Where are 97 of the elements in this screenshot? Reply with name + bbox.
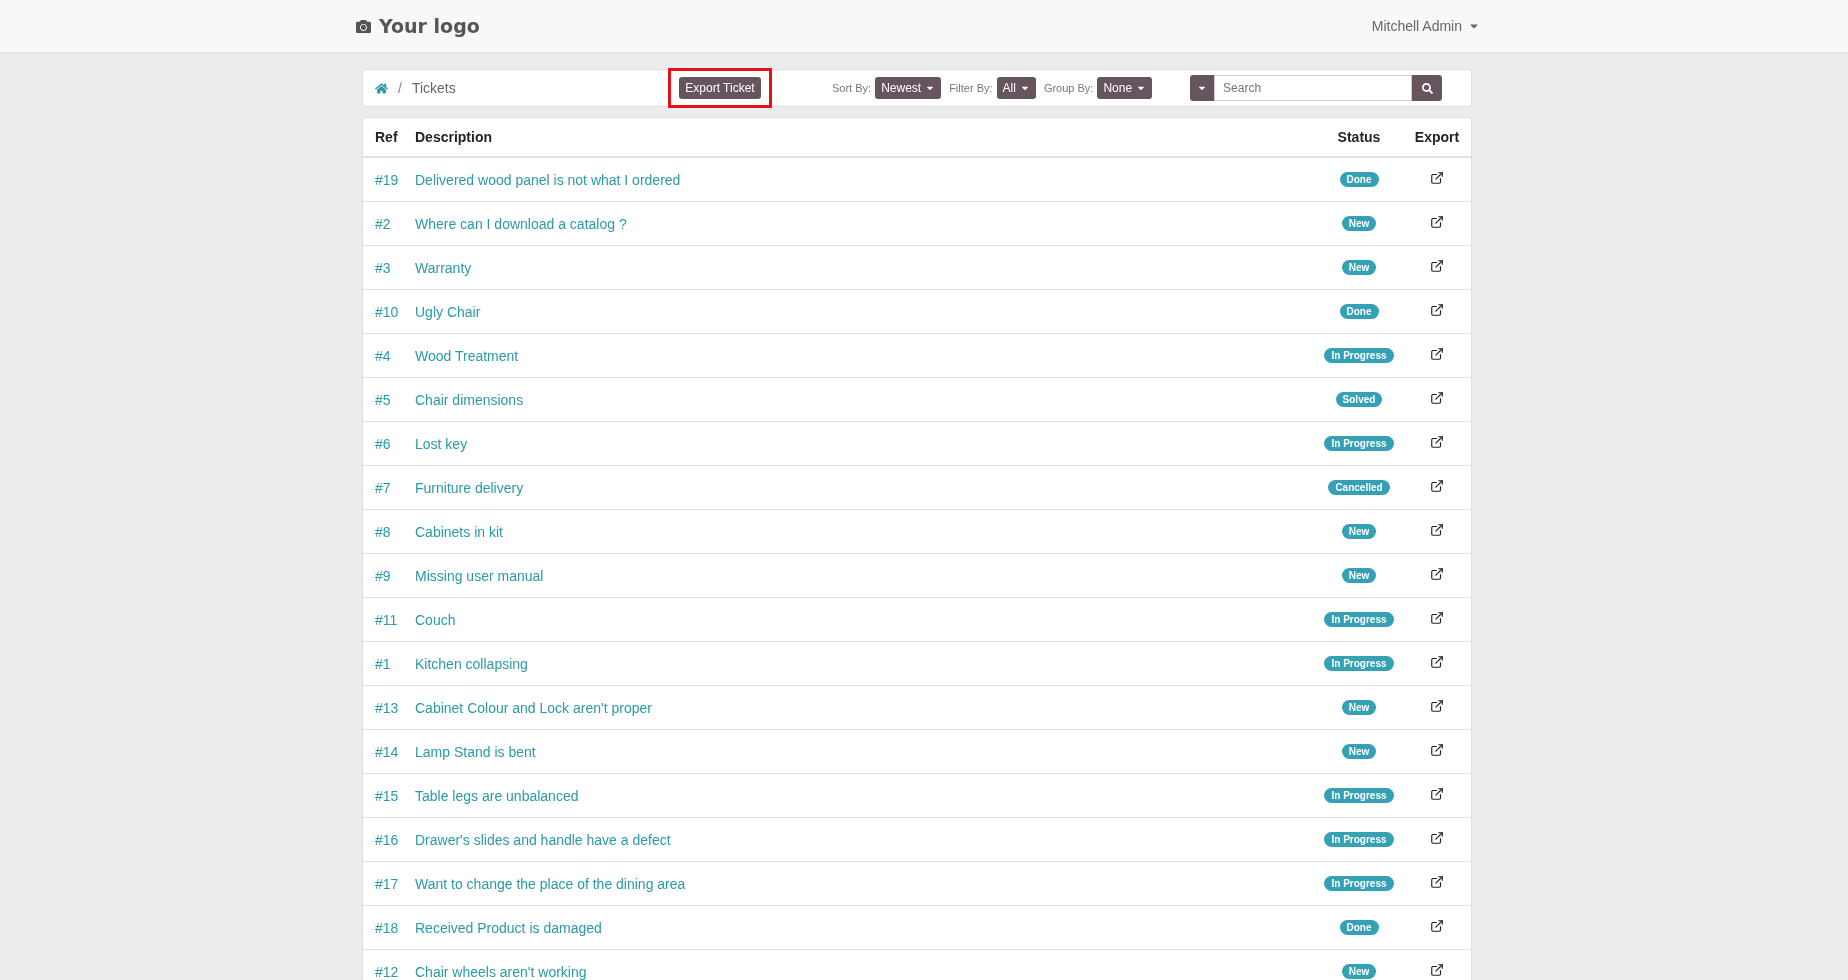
- external-link-icon[interactable]: [1430, 566, 1444, 581]
- status-badge: Cancelled: [1328, 480, 1390, 495]
- ticket-title-link[interactable]: Chair dimensions: [415, 391, 524, 408]
- ticket-title-link[interactable]: Ugly Chair: [415, 303, 481, 320]
- external-link-icon[interactable]: [1430, 478, 1444, 493]
- external-link-icon[interactable]: [1430, 874, 1444, 889]
- external-link-icon[interactable]: [1430, 830, 1444, 845]
- breadcrumb-current: Tickets: [411, 80, 456, 96]
- external-link-icon[interactable]: [1430, 962, 1444, 977]
- ticket-title-link[interactable]: Delivered wood panel is not what I ordered: [415, 171, 681, 188]
- filter-label: Group By:: [1043, 82, 1094, 94]
- ticket-ref-link[interactable]: #4: [375, 347, 391, 364]
- external-link-icon[interactable]: [1430, 698, 1444, 713]
- ticket-ref-link[interactable]: #6: [375, 435, 391, 452]
- ticket-ref-link[interactable]: #12: [375, 963, 399, 980]
- camera-icon: [356, 18, 371, 34]
- ticket-title-link[interactable]: Lost key: [415, 435, 468, 452]
- ticket-ref-link[interactable]: #5: [375, 391, 391, 408]
- ticket-ref-link[interactable]: #10: [375, 303, 399, 320]
- ticket-ref-link[interactable]: #14: [375, 743, 399, 760]
- search-button[interactable]: [1412, 75, 1443, 101]
- ticket-title-link[interactable]: Received Product is damaged: [415, 919, 602, 936]
- ticket-ref-link[interactable]: #16: [375, 831, 399, 848]
- external-link-icon[interactable]: [1430, 302, 1444, 317]
- status-badge: In Progress: [1324, 876, 1394, 891]
- ticket-title-link[interactable]: Kitchen collapsing: [415, 655, 528, 672]
- ticket-title-link[interactable]: Cabinets in kit: [415, 523, 503, 540]
- external-link-icon[interactable]: [1430, 434, 1444, 449]
- external-link-icon[interactable]: [1430, 258, 1444, 273]
- ticket-title-link[interactable]: Table legs are unbalanced: [415, 787, 579, 804]
- column-header: Status: [1337, 129, 1381, 145]
- ticket-title-link[interactable]: Warranty: [415, 259, 472, 276]
- status-badge: In Progress: [1324, 832, 1394, 847]
- ticket-ref-link[interactable]: #2: [375, 215, 391, 232]
- dropdown-button[interactable]: None: [1097, 77, 1153, 99]
- external-link-icon[interactable]: [1430, 214, 1444, 229]
- ticket-ref-link[interactable]: #11: [375, 611, 398, 628]
- ticket-title-link[interactable]: Missing user manual: [415, 567, 544, 584]
- external-link-icon[interactable]: [1430, 654, 1444, 669]
- ticket-ref-link[interactable]: #15: [375, 787, 399, 804]
- user-menu[interactable]: Mitchell Admin: [1371, 18, 1480, 34]
- external-link-icon[interactable]: [1430, 918, 1444, 933]
- ticket-title-link[interactable]: Lamp Stand is bent: [415, 743, 536, 760]
- external-link-icon[interactable]: [1430, 346, 1444, 361]
- status-badge: New: [1341, 260, 1377, 275]
- column-header: Export: [1414, 129, 1460, 145]
- status-badge: In Progress: [1324, 348, 1394, 363]
- ticket-title-link[interactable]: Wood Treatment: [415, 347, 519, 364]
- external-link-icon[interactable]: [1430, 170, 1444, 185]
- status-badge: In Progress: [1324, 656, 1394, 671]
- ticket-ref-link[interactable]: #9: [375, 567, 391, 584]
- ticket-title-link[interactable]: Want to change the place of the dining area: [415, 875, 686, 892]
- column-header: Ref: [375, 129, 398, 145]
- external-link-icon[interactable]: [1430, 390, 1444, 405]
- ticket-ref-link[interactable]: #17: [375, 875, 399, 892]
- ticket-title-link[interactable]: Couch: [415, 611, 456, 628]
- ticket-ref-link[interactable]: #7: [375, 479, 391, 496]
- external-link-icon[interactable]: [1430, 522, 1444, 537]
- search-options-toggle[interactable]: [1190, 75, 1215, 101]
- filter-label: Sort By:: [832, 82, 872, 94]
- column-header: Description: [415, 129, 492, 145]
- ticket-ref-link[interactable]: #13: [375, 699, 399, 716]
- ticket-title-link[interactable]: Furniture delivery: [415, 479, 524, 496]
- ticket-ref-link[interactable]: #3: [375, 259, 391, 276]
- home-icon[interactable]: [375, 81, 388, 95]
- search-field[interactable]: Search: [1214, 75, 1413, 101]
- status-badge: Done: [1339, 920, 1379, 935]
- ticket-ref-link[interactable]: #1: [375, 655, 391, 672]
- status-badge: New: [1341, 964, 1377, 979]
- status-badge: Done: [1339, 172, 1379, 187]
- status-badge: New: [1341, 216, 1377, 231]
- ticket-title-link[interactable]: Chair wheels aren't working: [415, 963, 587, 980]
- dropdown-button[interactable]: All: [996, 77, 1036, 99]
- breadcrumb-separator: /: [398, 80, 402, 96]
- status-badge: In Progress: [1324, 788, 1394, 803]
- logo-text: Your logo: [379, 15, 480, 37]
- status-badge: Solved: [1335, 392, 1383, 407]
- status-badge: New: [1341, 568, 1377, 583]
- ticket-ref-link[interactable]: #18: [375, 919, 399, 936]
- ticket-ref-link[interactable]: #8: [375, 523, 391, 540]
- status-badge: New: [1341, 524, 1377, 539]
- export-button[interactable]: Export Ticket: [679, 77, 761, 99]
- status-badge: In Progress: [1324, 436, 1394, 451]
- ticket-ref-link[interactable]: #19: [375, 171, 399, 188]
- status-badge: New: [1341, 700, 1377, 715]
- external-link-icon[interactable]: [1430, 786, 1444, 801]
- status-badge: In Progress: [1324, 612, 1394, 627]
- external-link-icon[interactable]: [1430, 610, 1444, 625]
- status-badge: New: [1341, 744, 1377, 759]
- status-badge: Done: [1339, 304, 1379, 319]
- search-icon: [1421, 82, 1433, 94]
- ticket-title-link[interactable]: Where can I download a catalog ?: [415, 215, 627, 232]
- ticket-title-link[interactable]: Drawer's slides and handle have a defect: [415, 831, 671, 848]
- dropdown-button[interactable]: Newest: [875, 77, 942, 99]
- filter-label: Filter By:: [949, 82, 993, 94]
- ticket-title-link[interactable]: Cabinet Colour and Lock aren't proper: [415, 699, 652, 716]
- external-link-icon[interactable]: [1430, 742, 1444, 757]
